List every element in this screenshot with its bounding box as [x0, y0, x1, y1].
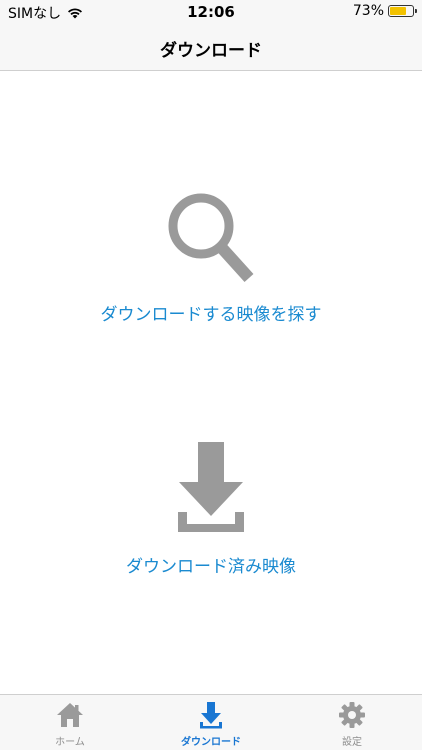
home-icon: [57, 703, 83, 727]
tab-bar: ホーム ダウンロード 設定: [0, 694, 422, 750]
navigation-bar: ダウンロード: [0, 24, 422, 71]
page-title: ダウンロード: [160, 41, 262, 61]
tab-home[interactable]: ホーム: [0, 700, 140, 748]
tab-settings[interactable]: 設定: [282, 700, 422, 748]
gear-icon: [339, 702, 365, 728]
downloaded-videos-label: ダウンロード済み映像: [126, 557, 296, 577]
battery-fill: [390, 7, 407, 15]
tab-home-label: ホーム: [55, 737, 85, 748]
tab-settings-label: 設定: [342, 737, 362, 748]
download-icon: [200, 702, 222, 729]
search-videos-label: ダウンロードする映像を探す: [100, 305, 322, 325]
tab-download[interactable]: ダウンロード: [141, 700, 281, 748]
downloaded-videos-button[interactable]: ダウンロード済み映像: [0, 438, 422, 588]
search-videos-button[interactable]: ダウンロードする映像を探す: [0, 190, 422, 340]
battery-indicator: 73%: [352, 3, 417, 19]
search-icon: [168, 193, 254, 283]
battery-icon: [388, 5, 417, 17]
status-bar: SIMなし 12:06 73%: [0, 0, 422, 24]
tab-download-label: ダウンロード: [181, 737, 241, 748]
download-icon: [178, 442, 244, 532]
battery-percent: 73%: [352, 3, 384, 19]
